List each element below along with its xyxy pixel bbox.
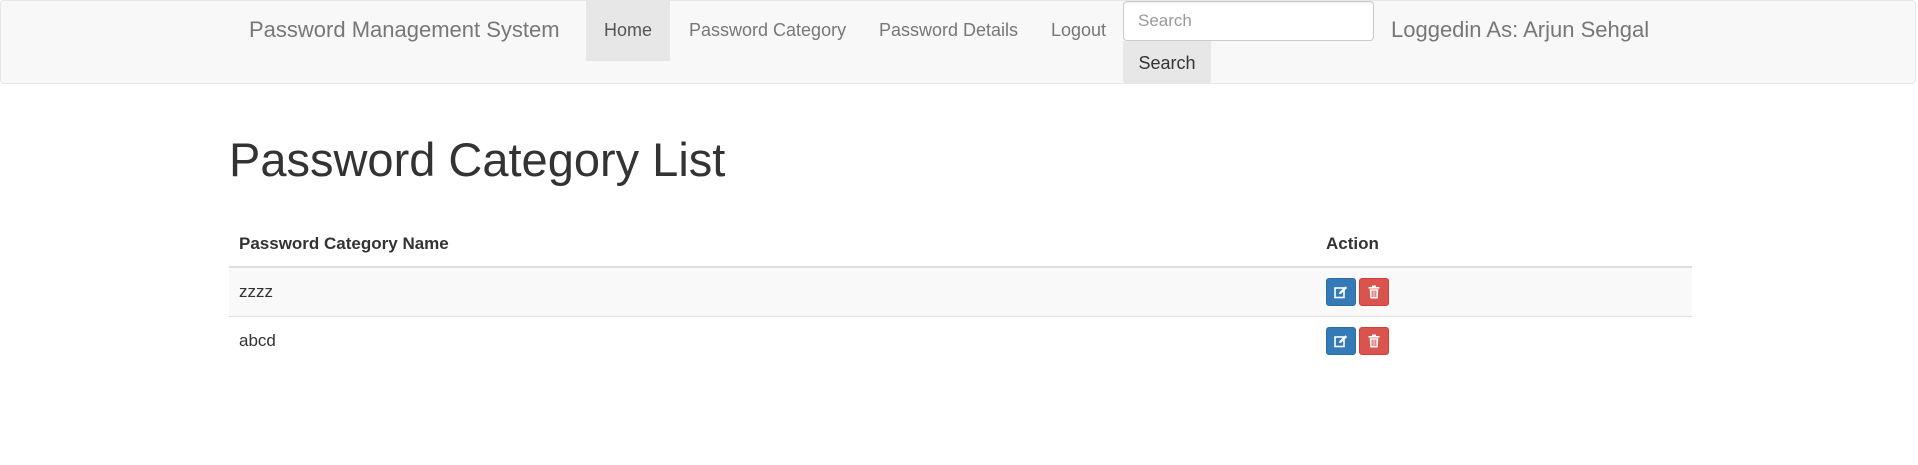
column-header-action: Action [1316, 222, 1692, 268]
delete-button[interactable] [1359, 326, 1389, 355]
delete-button[interactable] [1359, 277, 1389, 306]
search-input[interactable] [1123, 1, 1374, 41]
edit-icon [1334, 335, 1348, 348]
nav-item-password-details[interactable]: Password Details [860, 1, 1035, 61]
action-cell [1316, 266, 1692, 316]
category-name-cell: zzzz [229, 266, 1316, 316]
category-name-cell: abcd [229, 315, 1316, 365]
table-row: abcd [229, 315, 1692, 365]
edit-icon [1334, 286, 1348, 299]
edit-button[interactable] [1326, 277, 1356, 306]
nav-item-logout[interactable]: Logout [1035, 1, 1121, 61]
search-button[interactable]: Search [1123, 41, 1211, 84]
trash-icon [1368, 334, 1380, 348]
column-header-category-name: Password Category Name [229, 222, 1316, 268]
logged-in-user: Loggedin As: Arjun Sehgal [1391, 17, 1650, 42]
nav-item-password-category[interactable]: Password Category [670, 1, 860, 61]
edit-button[interactable] [1326, 326, 1356, 355]
page-title: Password Category List [229, 133, 726, 186]
table-header-row: Password Category Name Action [229, 222, 1692, 268]
brand-title[interactable]: Password Management System [249, 15, 560, 45]
table-row: zzzz [229, 266, 1692, 316]
nav-item-home[interactable]: Home [586, 1, 670, 61]
category-table: Password Category Name Action zzzz abcd [229, 222, 1692, 365]
action-cell [1316, 315, 1692, 365]
trash-icon [1368, 285, 1380, 299]
navbar: Password Management System Home Password… [0, 0, 1916, 84]
